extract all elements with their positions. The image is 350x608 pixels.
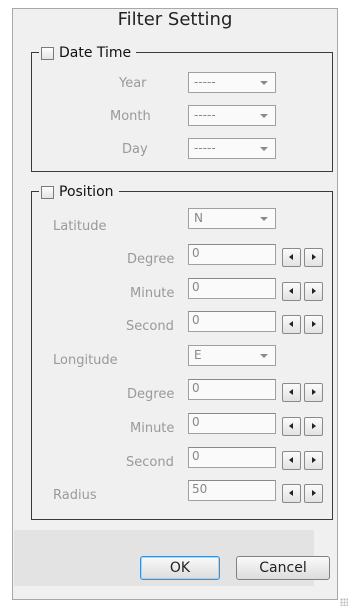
latitude-hemisphere-select[interactable]: N — [188, 208, 276, 229]
arrow-left-icon — [289, 288, 293, 294]
chevron-down-icon — [260, 147, 268, 151]
arrow-left-icon — [289, 423, 293, 429]
latitude-degree-input[interactable]: 0 — [188, 244, 276, 265]
date-time-legend[interactable]: Date Time — [39, 44, 137, 62]
year-value: ----- — [194, 75, 216, 89]
arrow-left-icon — [289, 389, 293, 395]
chevron-down-icon — [260, 81, 268, 85]
longitude-minute-increment[interactable] — [304, 417, 323, 436]
arrow-right-icon — [312, 490, 316, 496]
latitude-minute-decrement[interactable] — [282, 282, 301, 301]
latitude-degree-label: Degree — [127, 252, 175, 267]
latitude-second-input[interactable]: 0 — [188, 311, 276, 332]
radius-label: Radius — [53, 488, 97, 503]
month-select[interactable]: ----- — [188, 105, 276, 126]
longitude-hemisphere-value: E — [194, 348, 202, 362]
year-select[interactable]: ----- — [188, 72, 276, 93]
arrow-right-icon — [312, 288, 316, 294]
year-label: Year — [119, 76, 147, 91]
month-label: Month — [110, 109, 151, 124]
latitude-second-increment[interactable] — [304, 315, 323, 334]
latitude-minute-input[interactable]: 0 — [188, 278, 276, 299]
arrow-left-icon — [289, 254, 293, 260]
radius-decrement[interactable] — [282, 484, 301, 503]
longitude-second-input[interactable]: 0 — [188, 447, 276, 468]
longitude-degree-decrement[interactable] — [282, 383, 301, 402]
cancel-button[interactable]: Cancel — [236, 556, 330, 580]
latitude-degree-increment[interactable] — [304, 248, 323, 267]
longitude-degree-input[interactable]: 0 — [188, 379, 276, 400]
arrow-right-icon — [312, 321, 316, 327]
longitude-minute-decrement[interactable] — [282, 417, 301, 436]
arrow-left-icon — [289, 490, 293, 496]
latitude-degree-decrement[interactable] — [282, 248, 301, 267]
radius-increment[interactable] — [304, 484, 323, 503]
arrow-right-icon — [312, 423, 316, 429]
day-value: ----- — [194, 141, 216, 155]
longitude-second-increment[interactable] — [304, 451, 323, 470]
longitude-second-label: Second — [126, 455, 174, 470]
arrow-left-icon — [289, 457, 293, 463]
date-time-group: Date Time — [31, 44, 333, 172]
latitude-second-label: Second — [126, 319, 174, 334]
dialog-title: Filter Setting — [117, 9, 233, 30]
radius-input[interactable]: 50 — [188, 480, 276, 501]
position-label: Position — [59, 184, 114, 200]
latitude-hemisphere-value: N — [194, 211, 203, 225]
longitude-degree-increment[interactable] — [304, 383, 323, 402]
longitude-hemisphere-select[interactable]: E — [188, 345, 276, 366]
longitude-second-decrement[interactable] — [282, 451, 301, 470]
position-checkbox[interactable] — [41, 185, 54, 199]
longitude-degree-label: Degree — [127, 387, 175, 402]
longitude-minute-input[interactable]: 0 — [188, 413, 276, 434]
longitude-label: Longitude — [53, 353, 118, 368]
latitude-label: Latitude — [53, 219, 107, 234]
position-legend[interactable]: Position — [39, 183, 119, 201]
longitude-minute-label: Minute — [130, 421, 175, 436]
chevron-down-icon — [260, 354, 268, 358]
date-time-label: Date Time — [59, 45, 132, 61]
resize-grip[interactable] — [340, 598, 348, 606]
arrow-left-icon — [289, 321, 293, 327]
month-value: ----- — [194, 108, 216, 122]
arrow-right-icon — [312, 457, 316, 463]
latitude-second-decrement[interactable] — [282, 315, 301, 334]
latitude-minute-label: Minute — [130, 286, 175, 301]
day-select[interactable]: ----- — [188, 138, 276, 159]
arrow-right-icon — [312, 254, 316, 260]
ok-button[interactable]: OK — [140, 556, 220, 580]
chevron-down-icon — [260, 114, 268, 118]
chevron-down-icon — [260, 217, 268, 221]
latitude-minute-increment[interactable] — [304, 282, 323, 301]
arrow-right-icon — [312, 389, 316, 395]
day-label: Day — [122, 142, 148, 157]
date-time-checkbox[interactable] — [41, 46, 54, 60]
